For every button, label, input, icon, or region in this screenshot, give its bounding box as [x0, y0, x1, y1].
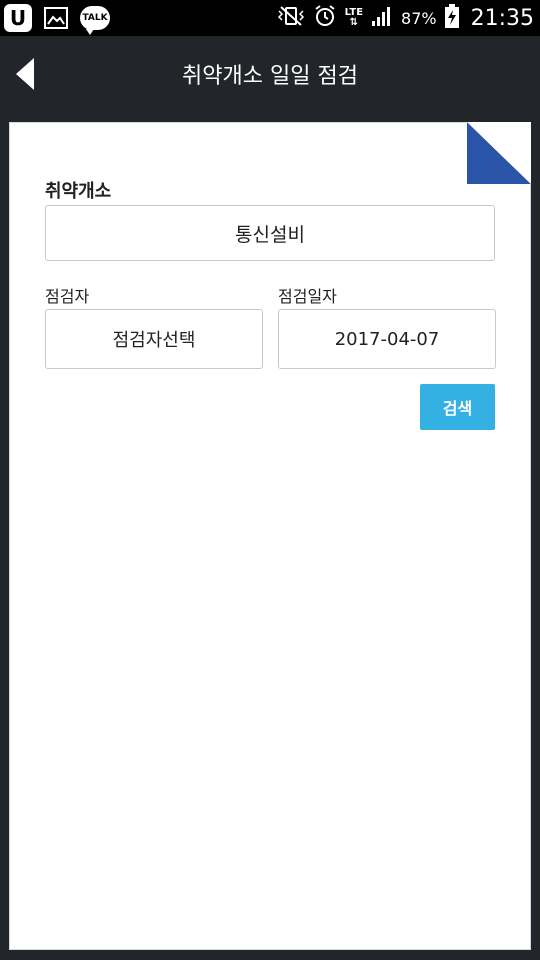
page-title: 취약개소 일일 점검: [182, 64, 358, 89]
app-header: 취약개소 일일 점검: [0, 36, 540, 112]
form-card: 취약개소 통신설비 점검자 점검일자 점검자선택 2017-04-07 검색: [9, 122, 531, 950]
status-right-icons: LTE ⇅ 87% 21:35: [277, 0, 534, 36]
battery-charging-icon: [444, 4, 459, 32]
inspector-select[interactable]: 점검자선택: [45, 309, 263, 369]
vibrate-mute-icon: [277, 5, 305, 31]
lte-indicator: LTE ⇅: [344, 7, 364, 28]
vulnerable-point-select[interactable]: 통신설비: [45, 205, 495, 261]
signal-icon: [371, 5, 393, 31]
status-bar: U TALK LTE ⇅ 87% 21:35: [0, 0, 540, 36]
inspection-date-picker[interactable]: 2017-04-07: [278, 309, 496, 369]
status-left-icons: U TALK: [4, 4, 110, 35]
alarm-icon: [313, 4, 337, 32]
u-plus-icon: U: [4, 4, 32, 32]
search-button[interactable]: 검색: [420, 384, 495, 430]
clock: 21:35: [470, 5, 534, 31]
inspection-date-label: 점검일자: [278, 287, 337, 306]
page-fold-corner-icon: [467, 122, 531, 184]
battery-percent: 87%: [401, 8, 437, 28]
vulnerable-point-label: 취약개소: [45, 181, 112, 202]
inspector-label: 점검자: [45, 287, 90, 306]
network-label: LTE: [344, 7, 364, 18]
kakao-talk-icon: TALK: [80, 6, 110, 35]
gallery-icon: [42, 4, 70, 32]
